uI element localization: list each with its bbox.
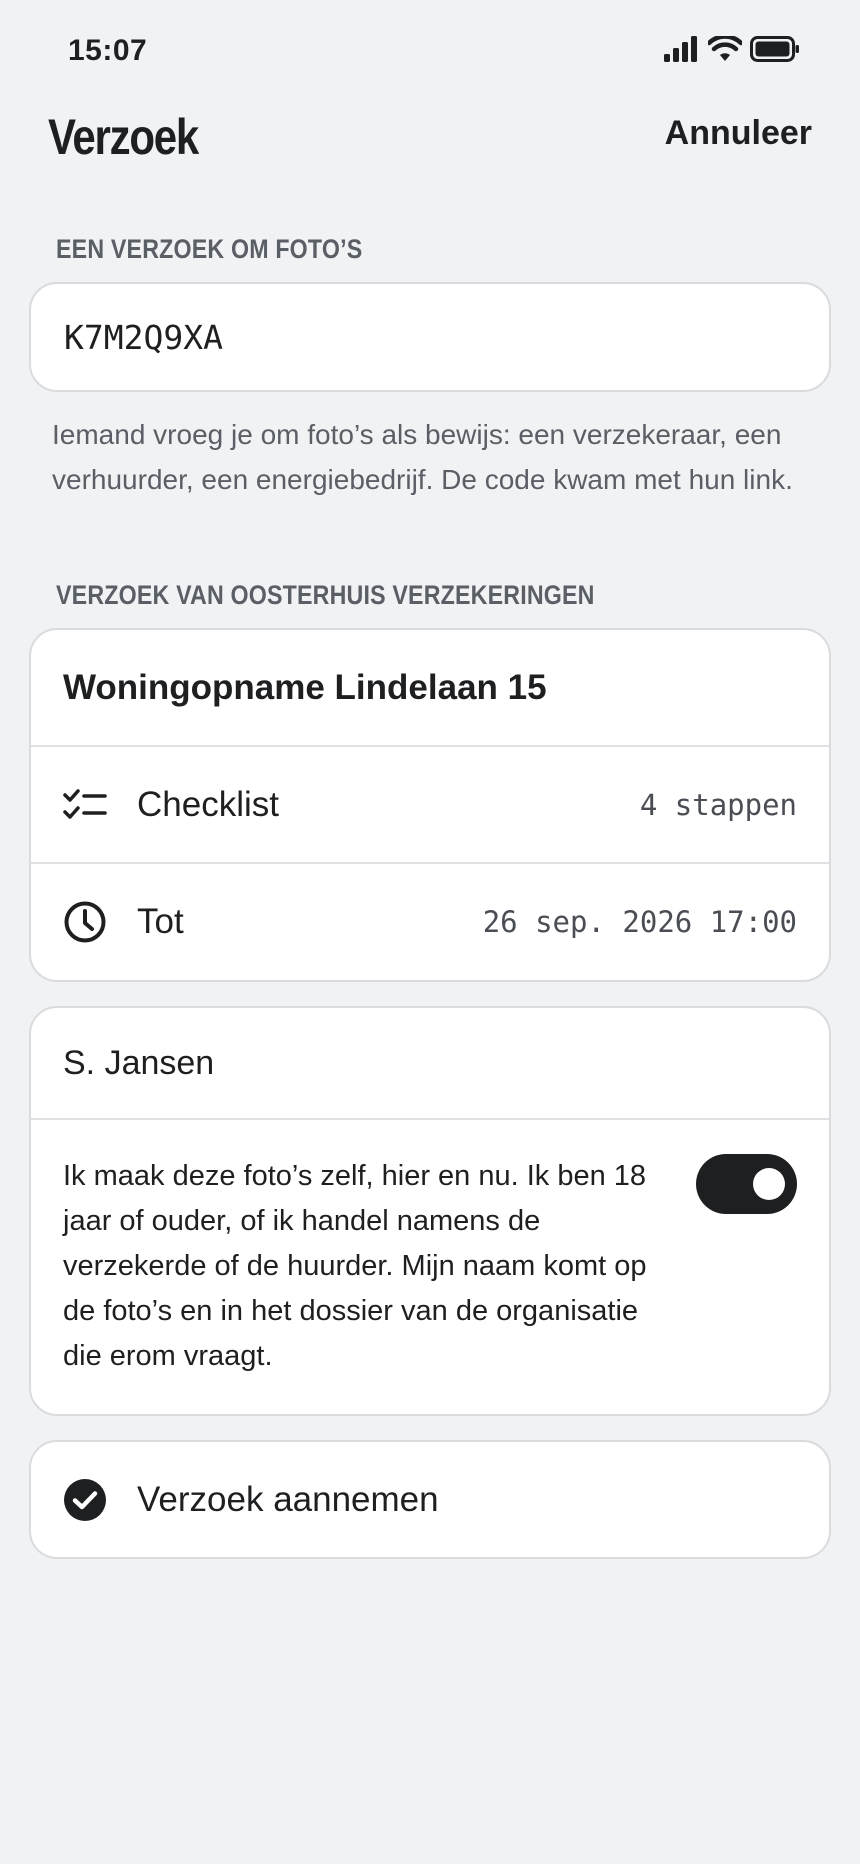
status-bar: 15:07 <box>0 0 860 100</box>
code-help-text: Iemand vroeg je om foto’s als bewijs: ee… <box>52 419 793 495</box>
battery-icon <box>750 36 799 62</box>
checklist-label: Checklist <box>137 784 279 824</box>
deadline-row: Tot 26 sep. 2026 17:00 <box>31 864 829 980</box>
consent-text: Ik maak deze foto’s zelf, hier en nu. Ik… <box>63 1160 647 1372</box>
accept-request-label: Verzoek aannemen <box>137 1479 439 1519</box>
clock-icon <box>63 900 107 944</box>
cancel-button[interactable]: Annuleer <box>665 114 812 153</box>
wifi-icon <box>708 36 742 61</box>
request-title: Woningopname Lindelaan 15 <box>63 667 547 707</box>
consent-card: S. Jansen Ik maak deze foto’s zelf, hier… <box>29 1006 831 1416</box>
page-title: Verzoek <box>48 109 199 165</box>
signal-icon <box>664 36 697 62</box>
section-label-photo-request: EEN VERZOEK OM FOTO’S <box>56 234 363 264</box>
checklist-icon <box>63 783 107 827</box>
check-circle-icon <box>63 1478 107 1522</box>
consent-toggle[interactable] <box>696 1154 797 1214</box>
request-card: Woningopname Lindelaan 15 Checklist 4 st… <box>29 628 831 982</box>
section-label-request: VERZOEK VAN OOSTERHUIS VERZEKERINGEN <box>56 580 595 610</box>
status-icons <box>664 36 800 62</box>
checklist-row[interactable]: Checklist 4 stappen <box>31 747 829 864</box>
code-input[interactable] <box>31 284 829 390</box>
accept-request-button[interactable]: Verzoek aannemen <box>31 1442 829 1557</box>
consent-row: Ik maak deze foto’s zelf, hier en nu. Ik… <box>31 1120 829 1413</box>
status-time: 15:07 <box>68 34 148 67</box>
signer-name: S. Jansen <box>63 1043 215 1082</box>
accept-card: Verzoek aannemen <box>29 1440 831 1559</box>
code-card <box>29 282 831 392</box>
checklist-value: 4 stappen <box>639 787 797 822</box>
toggle-knob <box>753 1168 785 1200</box>
deadline-value: 26 sep. 2026 17:00 <box>482 905 797 939</box>
name-row: S. Jansen <box>31 1008 829 1120</box>
screen: 15:07 Verzoek Annuleer EEN VERZOEK OM FO… <box>0 0 860 1864</box>
deadline-label: Tot <box>137 902 184 941</box>
header: Verzoek Annuleer <box>0 100 860 180</box>
request-title-row: Woningopname Lindelaan 15 <box>31 630 829 747</box>
